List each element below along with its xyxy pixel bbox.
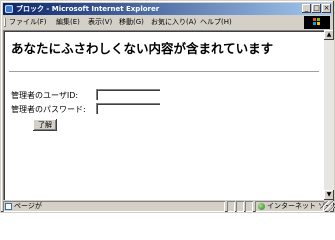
status-panel-1 — [227, 201, 235, 212]
menu-view[interactable]: 表示(V) — [88, 16, 112, 29]
menu-favorites[interactable]: お気に入り(A) — [151, 16, 196, 29]
ie-app-icon — [5, 5, 13, 13]
ie-page-icon — [5, 203, 12, 210]
ok-button[interactable]: 了解 — [33, 119, 57, 131]
vertical-scrollbar[interactable]: ▲ ▼ — [324, 30, 334, 200]
minimize-button[interactable]: _ — [302, 4, 311, 13]
status-bar: ページが インターネット ゾーン — [3, 201, 335, 212]
scroll-down-button[interactable]: ▼ — [324, 190, 334, 200]
status-main-panel: ページが — [3, 201, 225, 212]
admin-password-label: 管理者のパスワード: — [11, 105, 86, 114]
menu-file[interactable]: ファイル(F) — [9, 16, 47, 29]
windows-logo-icon — [304, 16, 330, 29]
menu-help[interactable]: ヘルプ(H) — [200, 16, 232, 29]
admin-id-label: 管理者のユーザID: — [11, 91, 79, 100]
browser-window: ブロック - Microsoft Internet Explorer _ □ ×… — [0, 0, 335, 213]
admin-password-input[interactable] — [96, 103, 160, 114]
status-panel-3 — [245, 201, 253, 212]
menu-grip[interactable] — [4, 18, 6, 27]
status-panel-2 — [236, 201, 244, 212]
size-grip[interactable] — [324, 201, 334, 212]
horizontal-rule — [9, 71, 319, 73]
globe-icon — [258, 203, 265, 210]
maximize-button[interactable]: □ — [312, 4, 321, 13]
window-title: ブロック - Microsoft Internet Explorer — [16, 5, 160, 13]
page-heading: あなたにふさわしくない内容が含まれています — [11, 41, 274, 56]
page-content: あなたにふさわしくない内容が含まれています 管理者のユーザID: 管理者のパスワ… — [3, 30, 324, 200]
admin-id-input[interactable] — [96, 89, 160, 100]
status-zone-panel: インターネット ゾーン — [255, 201, 335, 212]
close-button[interactable]: × — [322, 4, 331, 13]
menu-go[interactable]: 移動(G) — [119, 16, 144, 29]
menu-bar: ファイル(F) 編集(E) 表示(V) 移動(G) お気に入り(A) ヘルプ(H… — [3, 16, 332, 29]
menu-edit[interactable]: 編集(E) — [56, 16, 80, 29]
title-bar[interactable]: ブロック - Microsoft Internet Explorer _ □ × — [3, 3, 332, 15]
status-page-text: ページが — [14, 202, 42, 210]
scroll-up-button[interactable]: ▲ — [324, 30, 334, 40]
